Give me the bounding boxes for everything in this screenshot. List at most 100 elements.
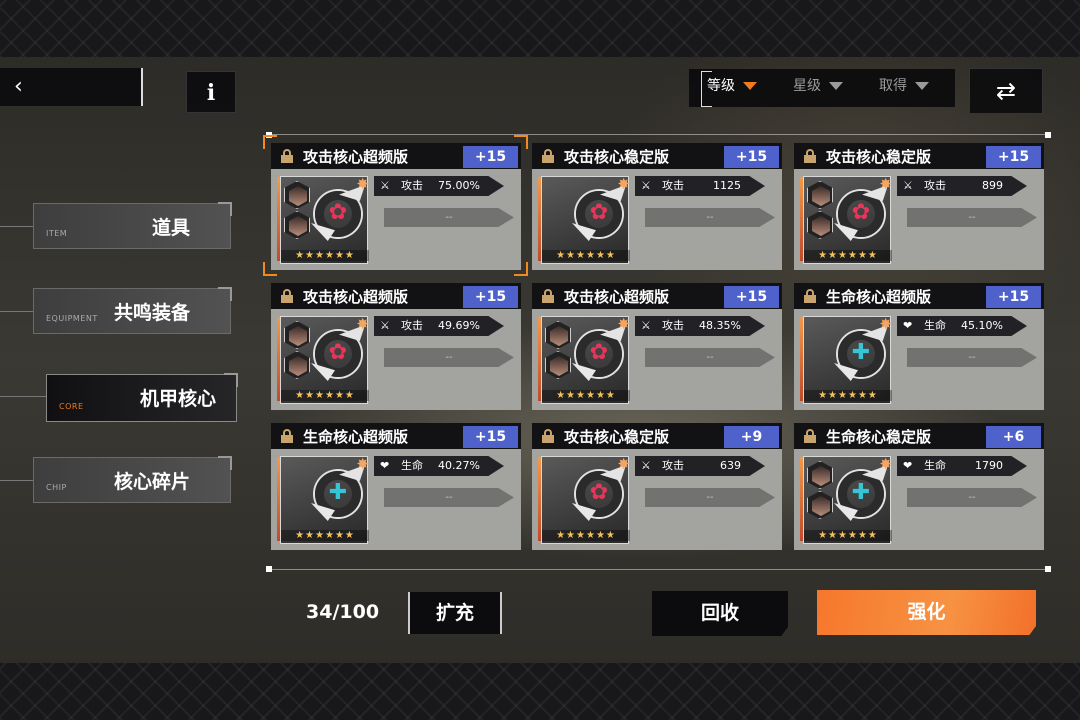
lock-icon[interactable] (803, 149, 817, 163)
stat-value: 899 (982, 179, 1003, 192)
lock-icon[interactable] (803, 289, 817, 303)
character-hex-icon (807, 491, 833, 519)
card-header: 攻击核心超频版 +15 (532, 283, 782, 309)
stat-name: 生命 (924, 459, 946, 472)
inventory-screen: ‹ i 等级 星级 取得 ⇄ ITEM 道具 EQUIPMENT 共鸣装备 CO… (0, 0, 1080, 720)
lock-icon[interactable] (541, 429, 555, 443)
attack-core-emblem-icon: ✿ ✸ (572, 457, 630, 525)
sort-stars-label: 星级 (793, 78, 821, 94)
star-rating: ★★★★★★ (281, 250, 369, 261)
character-hex-icon (284, 181, 310, 209)
star-rating: ★★★★★★ (542, 530, 630, 541)
attack-stat-icon: ⚔ (641, 179, 651, 192)
stat-value: 40.27% (438, 459, 480, 472)
sort-by-level[interactable]: 等级 (701, 69, 757, 107)
character-hex-icon (545, 351, 571, 379)
core-card[interactable]: 攻击核心稳定版 +9 ✿ ✸ ★★★★★★ ⚔ 攻击 639 -- (532, 423, 782, 550)
info-icon: i (206, 80, 216, 106)
top-pattern-strip (0, 0, 1080, 57)
life-stat-icon: ❤ (380, 459, 390, 472)
stat-value: 45.10% (961, 319, 1003, 332)
stat-name: 攻击 (924, 179, 946, 192)
core-card[interactable]: 攻击核心超频版 +15 ✿ ✸ ★★★★★★ ⚔ 攻击 48.35% -- (532, 283, 782, 410)
sub-stat: -- (384, 208, 514, 227)
card-header: 攻击核心稳定版 +15 (794, 143, 1044, 169)
lock-icon[interactable] (541, 149, 555, 163)
stat-value: 1125 (713, 179, 741, 192)
core-card[interactable]: 攻击核心稳定版 +15 ✿ ✸ ★★★★★★ ⚔ 攻击 1125 -- (532, 143, 782, 270)
life-stat-icon: ❤ (903, 459, 913, 472)
main-stat: ❤ 生命 45.10% (897, 316, 1027, 336)
sub-stat: -- (645, 348, 775, 367)
core-card[interactable]: 生命核心稳定版 +6 ✚ ✸ ★★★★★★ ❤ 生命 1790 -- (794, 423, 1044, 550)
sort-acquired-label: 取得 (879, 78, 907, 94)
tab-equipment-label: 共鸣装备 (113, 302, 190, 324)
spark-icon: ✸ (356, 175, 369, 193)
core-portrait: ✚ ✸ ★★★★★★ (803, 316, 892, 404)
sub-stat: -- (907, 488, 1037, 507)
info-button[interactable]: i (186, 71, 236, 113)
attack-stat-icon: ⚔ (380, 179, 390, 192)
chevron-down-icon (743, 82, 757, 90)
spark-icon: ✸ (879, 175, 892, 193)
attack-core-emblem-icon: ✿ ✸ (572, 317, 630, 385)
core-name: 攻击核心稳定版 (564, 428, 670, 446)
main-stat: ⚔ 攻击 75.00% (374, 176, 504, 196)
stat-value: 49.69% (438, 319, 480, 332)
tab-equipment[interactable]: EQUIPMENT 共鸣装备 (33, 287, 232, 334)
tab-equipment-en: EQUIPMENT (46, 314, 98, 323)
main-stat: ⚔ 攻击 1125 (635, 176, 765, 196)
swap-order-button[interactable]: ⇄ (969, 68, 1043, 114)
bottom-pattern-strip (0, 663, 1080, 720)
sort-by-stars[interactable]: 星级 (793, 69, 843, 107)
sub-stat: -- (645, 208, 775, 227)
core-level-badge: +6 (986, 426, 1041, 448)
enhance-button[interactable]: 强化 (817, 590, 1036, 635)
tab-connector (0, 396, 46, 397)
chevron-down-icon (915, 82, 929, 90)
core-card[interactable]: 生命核心超频版 +15 ✚ ✸ ★★★★★★ ❤ 生命 40.27% -- (271, 423, 521, 550)
core-card[interactable]: 攻击核心超频版 +15 ✿ ✸ ★★★★★★ ⚔ 攻击 49.69% -- (271, 283, 521, 410)
stat-value: 639 (720, 459, 741, 472)
main-stat: ⚔ 攻击 48.35% (635, 316, 765, 336)
lock-icon[interactable] (280, 289, 294, 303)
sort-by-acquired[interactable]: 取得 (879, 69, 929, 107)
sort-level-label: 等级 (707, 78, 735, 94)
lock-icon[interactable] (280, 149, 294, 163)
spark-icon: ✸ (879, 315, 892, 333)
back-button[interactable]: ‹ (0, 68, 143, 106)
tab-core[interactable]: CORE 机甲核心 (46, 373, 238, 422)
core-card[interactable]: 生命核心超频版 +15 ✚ ✸ ★★★★★★ ❤ 生命 45.10% -- (794, 283, 1044, 410)
core-level-badge: +15 (724, 146, 779, 168)
tab-connector (0, 480, 34, 481)
spark-icon: ✸ (617, 315, 630, 333)
character-hex-icon (807, 211, 833, 239)
attack-core-emblem-icon: ✿ ✸ (572, 177, 630, 245)
lock-icon[interactable] (541, 289, 555, 303)
lock-icon[interactable] (280, 429, 294, 443)
tab-item[interactable]: ITEM 道具 (33, 202, 232, 249)
core-name: 生命核心超频版 (826, 288, 932, 306)
life-core-emblem-icon: ✚ ✸ (834, 317, 892, 385)
star-rating: ★★★★★★ (281, 530, 369, 541)
card-header: 攻击核心超频版 +15 (271, 283, 521, 309)
core-portrait: ✿ ✸ ★★★★★★ (280, 316, 369, 404)
recycle-button[interactable]: 回收 (652, 591, 788, 636)
attack-core-emblem-icon: ✿ ✸ (834, 177, 892, 245)
stat-value: 1790 (975, 459, 1003, 472)
main-stat: ⚔ 攻击 639 (635, 456, 765, 476)
core-level-badge: +15 (724, 286, 779, 308)
core-card[interactable]: 攻击核心稳定版 +15 ✿ ✸ ★★★★★★ ⚔ 攻击 899 -- (794, 143, 1044, 270)
tab-chip-label: 核心碎片 (113, 471, 190, 493)
inventory-count: 34/100 (306, 601, 380, 623)
core-level-badge: +15 (986, 146, 1041, 168)
expand-button[interactable]: 扩充 (408, 592, 502, 634)
life-stat-icon: ❤ (903, 319, 913, 332)
main-stat: ❤ 生命 1790 (897, 456, 1027, 476)
lock-icon[interactable] (803, 429, 817, 443)
core-card[interactable]: 攻击核心超频版 +15 ✿ ✸ ★★★★★★ ⚔ 攻击 75.00% -- (271, 143, 521, 270)
character-hex-icon (807, 181, 833, 209)
tab-chip[interactable]: CHIP 核心碎片 (33, 456, 232, 503)
attack-stat-icon: ⚔ (641, 459, 651, 472)
core-portrait: ✿ ✸ ★★★★★★ (541, 176, 630, 264)
